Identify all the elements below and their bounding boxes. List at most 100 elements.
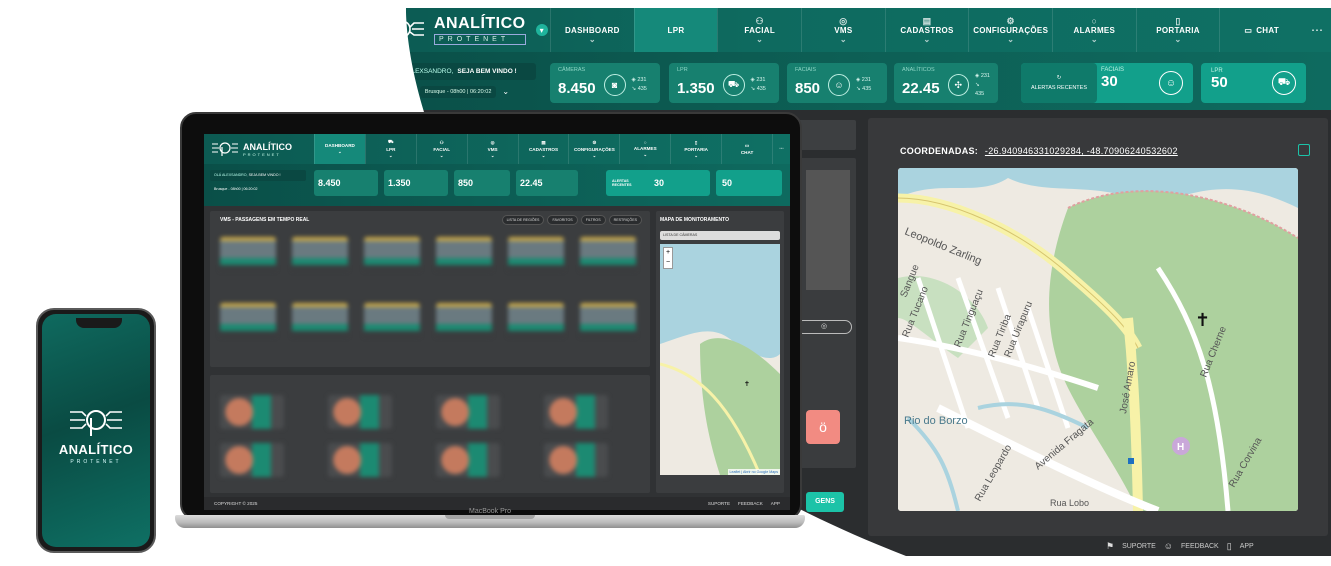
street-map[interactable]: Leopoldo Zarling Rua Tucano Rua Tinguaçu… [898,168,1298,511]
camera-thumbnail[interactable] [220,303,276,337]
camera-thumbnail[interactable] [580,303,636,337]
nav-lpr[interactable]: ⛟ LPR ⌄ [364,134,416,164]
camera-thumbnail[interactable] [292,237,348,271]
restrictions-filter[interactable]: RESTRIÇÕES [608,215,642,225]
nav-vms[interactable]: ◎ VMS ⌄ [801,8,885,52]
map-attribution[interactable]: Leaflet | Abrir no Google Maps [727,469,780,475]
face-thumbnail[interactable] [436,443,500,477]
stat-cameras[interactable]: CÂMERAS 8.450 ◙ ◈ 231 ↘ 435 [550,63,660,103]
protenet-logo-icon [376,15,428,45]
car-icon: ⛟ [1272,71,1296,95]
more-menu-icon[interactable]: ⋯ [772,134,790,164]
settings-icon[interactable]: ⚙ [383,87,390,96]
stat-lpr[interactable]: LPR 1.350 ⛟ ◈ 231 ↘ 435 [669,63,779,103]
top-navigation: ANALÍTICO PROTENET ▾ DASHBOARD ⌄ LPR ⚇ FAC… [366,8,1331,52]
weather-location[interactable]: Brusque - 08h00 | 06:20:02 [210,184,306,195]
stats-bar: ◉ OLÁ ALEXSANDRO, SEJA BEM VINDO ! ⚙ ⌕ ☾… [366,52,1331,110]
nav-dashboard[interactable]: DASHBOARD ⌄ [550,8,634,52]
more-menu-icon[interactable]: ⋯ [1303,8,1331,52]
laptop-stats: OLÁ ALEXSANDRO, SEJA BEM VINDO ! Brusque… [204,164,790,206]
nav-chat[interactable]: ▭ CHAT [1219,8,1303,52]
alerts-faces-card[interactable]: ALERTAS RECENTES 30 [606,170,710,196]
recent-alerts-button[interactable]: ↻ ALERTAS RECENTES [1021,63,1097,103]
camera-thumbnail[interactable] [364,237,420,271]
camera-thumbnail[interactable] [220,237,276,271]
camera-thumbnail[interactable] [508,237,564,271]
brand-logo[interactable]: ANALÍTICO PROTENET [204,134,314,164]
brand-logo[interactable]: ANALÍTICO PROTENET ▾ [366,8,550,52]
stat-value: 8.450 [558,79,596,97]
search-icon[interactable]: ⌕ [396,87,400,97]
laptop-brand-label: MacBook Pro [468,508,512,515]
nav-lpr[interactable]: LPR [633,8,718,52]
brand-title: ANALÍTICO [434,14,526,32]
stat-facial[interactable]: 850 [454,170,510,196]
face-thumbnail[interactable] [328,395,392,429]
zoom-control[interactable]: + − [663,247,673,269]
app-link[interactable]: APP [771,501,780,506]
river-label: Rio do Borzo [904,415,968,427]
stat-facial[interactable]: FACIAIS 850 ☺ ◈ 231 ↘ 435 [787,63,887,103]
nav-cadastros[interactable]: ▤ CADASTROS ⌄ [517,134,569,164]
face-thumbnail[interactable] [220,395,284,429]
camera-list-select[interactable]: LISTA DE CÂMERAS [660,231,780,240]
alerts-lpr-card[interactable]: 50 [716,170,782,196]
phone-brand-subtitle: PROTENET [70,459,122,465]
nav-cadastros[interactable]: ▤ CADASTROS ⌄ [884,8,969,52]
nav-chat[interactable]: ▭ CHAT [721,134,772,164]
feedback-link[interactable]: FEEDBACK [1181,543,1219,550]
face-thumbnail[interactable] [544,395,608,429]
nav-facial[interactable]: ⚇ FACIAL ⌄ [415,134,467,164]
stat-analytic[interactable]: 22.45 [516,170,578,196]
support-icon: ⚑ [1106,540,1115,551]
nav-portaria[interactable]: ▯ PORTARIA ⌄ [1135,8,1220,52]
camera-thumbnail[interactable] [580,237,636,271]
chevron-down-icon: ⌄ [588,35,596,44]
camera-thumbnail[interactable] [436,303,492,337]
camera-thumbnail[interactable] [364,303,420,337]
partial-action-button[interactable]: GENS [806,492,844,512]
protenet-logo-icon [70,410,122,436]
phone-brand-title: ANALÍTICO [58,442,134,457]
support-link[interactable]: SUPORTE [708,501,730,506]
phone-splash-screen: ANALÍTICO PROTENET [42,314,150,547]
alerts-lpr-card[interactable]: LPR 50 ⛟ [1201,63,1306,103]
alert-action-icon[interactable]: ö [806,410,840,444]
weather-location[interactable]: Brusque - 08h00 | 06:20:02 [419,85,497,98]
favorites-filter[interactable]: FAVORITOS [547,215,578,225]
face-thumbnail[interactable] [544,443,608,477]
face-thumbnail[interactable] [220,443,284,477]
alerts-faces-card[interactable]: ↻ ALERTAS RECENTES FACIAIS 30 ☺ [1021,63,1193,103]
bell-icon: ○ [1091,16,1098,26]
laptop-notch [445,515,535,519]
nav-configuracoes[interactable]: ⚙ CONFIGURAÇÕES ⌄ [568,134,619,164]
camera-thumbnail[interactable] [292,303,348,337]
nav-configuracoes[interactable]: ⚙ CONFIGURAÇÕES ⌄ [968,8,1052,52]
filters-button[interactable]: FILTROS [580,215,606,225]
camera-thumbnail[interactable] [436,237,492,271]
nav-vms[interactable]: ◎ VMS ⌄ [466,134,518,164]
face-scan-icon: ☺ [1159,71,1183,95]
stat-analytic[interactable]: ANALÍTICOS 22.45 ✣ ◈ 231 ↘ 435 [894,63,998,103]
feedback-link[interactable]: FEEDBACK [738,501,763,506]
support-link[interactable]: SUPORTE [1122,543,1156,550]
face-thumbnail[interactable] [328,443,392,477]
stat-lpr[interactable]: 1.350 [384,170,448,196]
face-thumbnail[interactable] [436,395,500,429]
expand-icon[interactable] [1298,144,1310,156]
regions-filter[interactable]: LISTA DE REGIÕES [501,215,545,225]
monitoring-map[interactable]: ✝ + − Leaflet | Abrir no Google Maps [660,244,780,475]
marketing-composition: ANALÍTICO PROTENET ▾ DASHBOARD ⌄ LPR ⚇ FAC… [0,0,1331,566]
app-link[interactable]: APP [1240,543,1254,550]
stat-cameras[interactable]: 8.450 [314,170,378,196]
laptop-screen: ANALÍTICO PROTENET DASHBOARD ⌄ ⛟ LPR ⌄ ⚇ FACI… [204,134,790,510]
nav-portaria[interactable]: ▯ PORTARIA ⌄ [670,134,721,164]
chevron-down-icon[interactable]: ⌄ [502,87,509,96]
nav-facial[interactable]: ⚇ FACIAL ⌄ [717,8,801,52]
chevron-down-icon[interactable]: ▾ [535,24,548,36]
nav-dashboard[interactable]: DASHBOARD ⌄ [314,134,365,164]
dark-mode-icon[interactable]: ☾ [407,87,414,96]
nav-alarmes[interactable]: ○ ALARMES ⌄ [1052,8,1136,52]
camera-thumbnail[interactable] [508,303,564,337]
nav-alarmes[interactable]: ○ ALARMES ⌄ [619,134,670,164]
